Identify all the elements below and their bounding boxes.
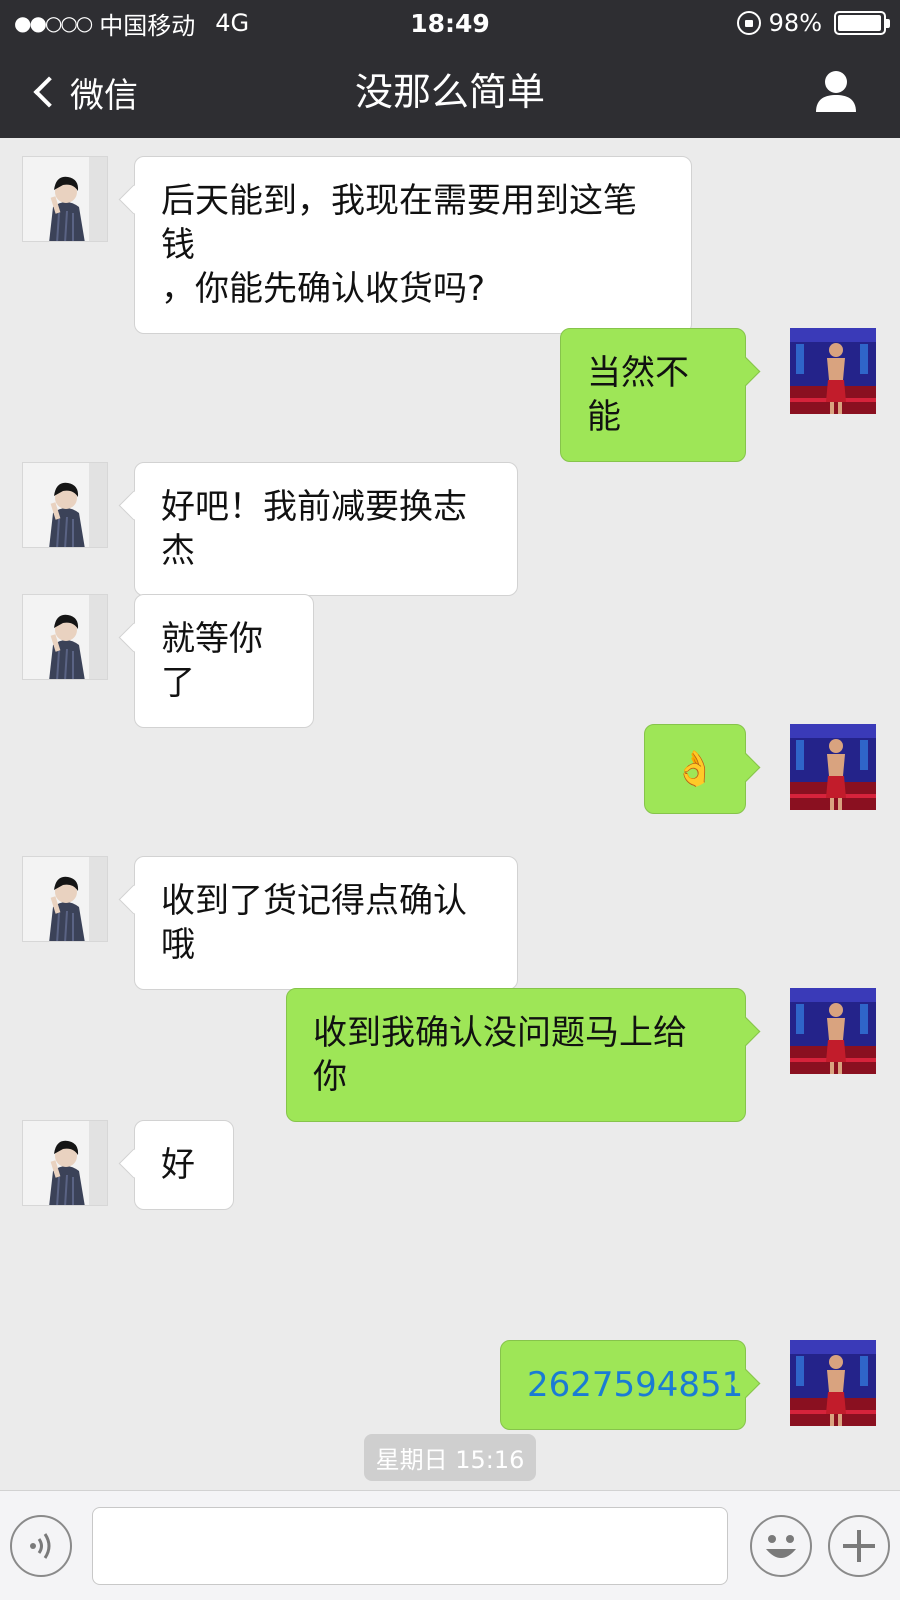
message-input[interactable]: [92, 1507, 728, 1585]
message-row: 后天能到，我现在需要用到这笔钱 ，你能先确认收货吗?: [0, 138, 900, 334]
status-bar: ●●○○○ 中国移动 4G 18:49 98%: [0, 0, 900, 46]
network-type: 4G: [215, 9, 250, 37]
message-text: 👌: [673, 749, 717, 789]
more-button[interactable]: [828, 1515, 890, 1577]
back-button[interactable]: 微信: [26, 46, 138, 138]
message-row: 好: [0, 1102, 900, 1232]
message-row: 好吧！我前减要换志杰: [0, 444, 900, 596]
my-avatar[interactable]: [790, 724, 876, 810]
person-icon: [816, 71, 856, 112]
received-message-bubble[interactable]: 后天能到，我现在需要用到这笔钱 ，你能先确认收货吗?: [134, 156, 692, 334]
voice-icon: [30, 1533, 51, 1559]
status-right: 98%: [736, 9, 890, 37]
contact-avatar[interactable]: [22, 1120, 108, 1206]
sent-message-bubble[interactable]: 2627594851: [500, 1340, 746, 1430]
message-text: 好: [161, 1145, 195, 1185]
contact-avatar[interactable]: [22, 856, 108, 942]
message-timestamp: 星期日 15:16: [0, 1434, 900, 1481]
voice-button[interactable]: [10, 1515, 72, 1577]
message-row: 收到我确认没问题马上给你: [0, 970, 900, 1122]
sent-message-bubble[interactable]: 👌: [644, 724, 746, 814]
contact-avatar[interactable]: [22, 462, 108, 548]
emoji-button[interactable]: [750, 1515, 812, 1577]
received-message-bubble[interactable]: 好: [134, 1120, 234, 1210]
chat-area[interactable]: 后天能到，我现在需要用到这笔钱 ，你能先确认收货吗? 当然不能好吧！我前减要换志杰就…: [0, 138, 900, 1490]
contact-avatar[interactable]: [22, 594, 108, 680]
chat-profile-button[interactable]: [812, 68, 860, 116]
message-row: 当然不能: [0, 310, 900, 462]
message-text: 就等你了: [161, 619, 263, 703]
my-avatar[interactable]: [790, 1340, 876, 1426]
message-text: 收到我确认没问题马上给你: [313, 1013, 687, 1097]
message-text: 后天能到，我现在需要用到这笔钱: [161, 181, 637, 265]
plus-icon: [843, 1530, 875, 1562]
emoji-icon: [766, 1535, 796, 1558]
my-avatar[interactable]: [790, 988, 876, 1074]
carrier-name: 中国移动: [99, 11, 196, 40]
message-row: 👌: [0, 706, 900, 836]
signal-strength-icon: ●●○○○: [14, 11, 93, 35]
nav-bar: 微信 没那么简单: [0, 46, 900, 138]
message-text: 收到了货记得点确认哦: [161, 881, 467, 965]
status-left: ●●○○○ 中国移动 4G: [14, 6, 249, 41]
my-avatar[interactable]: [790, 328, 876, 414]
message-text: 好吧！我前减要换志杰: [161, 487, 467, 571]
battery-icon: [834, 11, 890, 35]
message-row: 就等你了: [0, 576, 900, 728]
battery-percent: 98%: [768, 9, 822, 37]
message-text: ，你能先确认收货吗?: [161, 269, 486, 309]
message-row: 收到了货记得点确认哦: [0, 838, 900, 990]
chevron-left-icon: [33, 76, 65, 108]
input-bar: [0, 1490, 900, 1600]
battery-fill: [838, 15, 882, 31]
message-row: 2627594851: [0, 1322, 900, 1452]
message-link[interactable]: 2627594851: [527, 1363, 743, 1407]
sent-message-bubble[interactable]: 当然不能: [560, 328, 746, 462]
back-label: 微信: [70, 75, 138, 116]
contact-avatar[interactable]: [22, 156, 108, 242]
message-text: 当然不能: [587, 353, 689, 437]
rotation-lock-icon: [736, 11, 761, 35]
timestamp-label: 星期日 15:16: [363, 1434, 537, 1481]
